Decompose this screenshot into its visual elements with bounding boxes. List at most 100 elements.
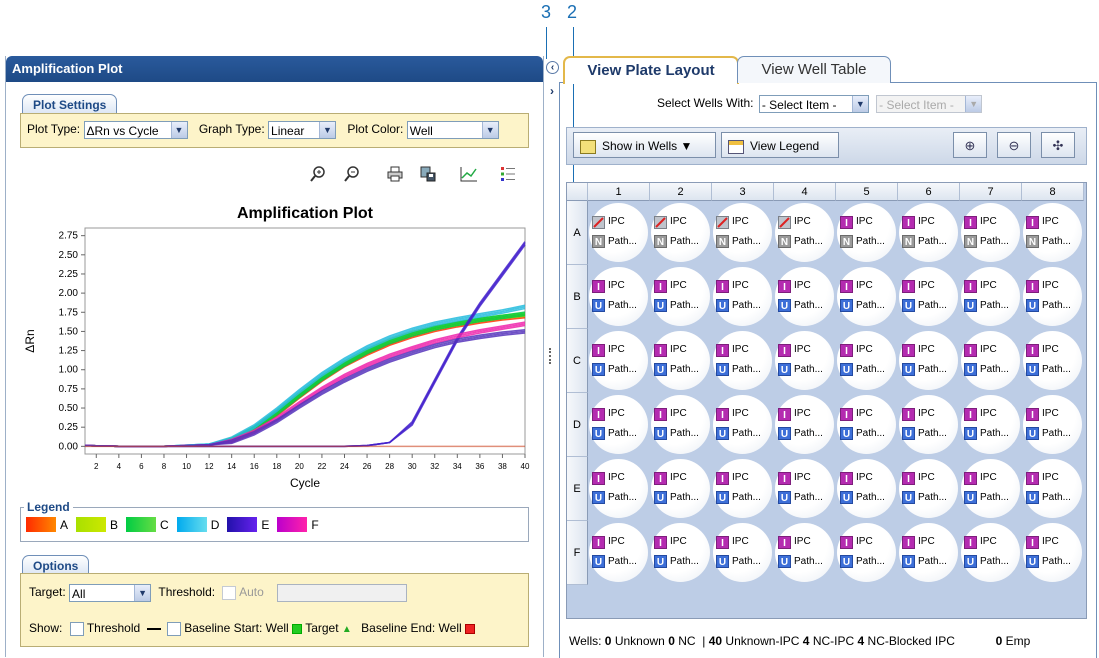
- well-target-1: IPC: [856, 344, 873, 355]
- drag-handle-icon[interactable]: [549, 348, 553, 364]
- column-header-5[interactable]: 5: [836, 183, 898, 201]
- well-B1[interactable]: I IPC U Path...: [589, 267, 648, 326]
- well-E7[interactable]: I IPC U Path...: [961, 459, 1020, 518]
- well-D6[interactable]: I IPC U Path...: [899, 395, 958, 454]
- well-C2[interactable]: I IPC U Path...: [651, 331, 710, 390]
- column-header-3[interactable]: 3: [712, 183, 774, 201]
- ipc-blocked-icon: [778, 216, 791, 229]
- well-C5[interactable]: I IPC U Path...: [837, 331, 896, 390]
- unknown-task-icon: U: [654, 555, 667, 568]
- threshold-checkbox[interactable]: [69, 621, 84, 636]
- graph-type-select[interactable]: Linear ▼: [268, 121, 337, 139]
- well-F8[interactable]: I IPC U Path...: [1023, 523, 1082, 582]
- well-B3[interactable]: I IPC U Path...: [713, 267, 772, 326]
- zoom-out-icon[interactable]: [342, 165, 362, 185]
- well-D3[interactable]: I IPC U Path...: [713, 395, 772, 454]
- well-A6[interactable]: I IPC N Path...: [899, 203, 958, 262]
- well-B5[interactable]: I IPC U Path...: [837, 267, 896, 326]
- well-E6[interactable]: I IPC U Path...: [899, 459, 958, 518]
- print-icon[interactable]: [385, 165, 405, 185]
- select-item-2-value: - Select Item -: [879, 98, 954, 112]
- column-header-4[interactable]: 4: [774, 183, 836, 201]
- well-D2[interactable]: I IPC U Path...: [651, 395, 710, 454]
- save-image-icon[interactable]: [418, 165, 438, 185]
- plot-type-select[interactable]: ΔRn vs Cycle ▼: [83, 121, 188, 139]
- y-tick-label: 2.00: [59, 288, 79, 299]
- well-B7[interactable]: I IPC U Path...: [961, 267, 1020, 326]
- column-header-2[interactable]: 2: [650, 183, 712, 201]
- well-F4[interactable]: I IPC U Path...: [775, 523, 834, 582]
- well-B8[interactable]: I IPC U Path...: [1023, 267, 1082, 326]
- row-header-B[interactable]: B: [567, 265, 588, 329]
- well-E3[interactable]: I IPC U Path...: [713, 459, 772, 518]
- zoom-in-plate-button[interactable]: ⊕: [953, 132, 987, 158]
- well-F5[interactable]: I IPC U Path...: [837, 523, 896, 582]
- zoom-in-icon[interactable]: [308, 165, 328, 185]
- well-A8[interactable]: I IPC N Path...: [1023, 203, 1082, 262]
- show-in-wells-button[interactable]: Show in Wells ▼: [573, 132, 716, 158]
- well-E5[interactable]: I IPC U Path...: [837, 459, 896, 518]
- well-D1[interactable]: I IPC U Path...: [589, 395, 648, 454]
- target-select[interactable]: All ▼: [69, 584, 152, 602]
- threshold-input[interactable]: [277, 584, 408, 602]
- well-A5[interactable]: I IPC N Path...: [837, 203, 896, 262]
- well-E8[interactable]: I IPC U Path...: [1023, 459, 1082, 518]
- row-header-F[interactable]: F: [567, 521, 588, 585]
- well-C4[interactable]: I IPC U Path...: [775, 331, 834, 390]
- well-D4[interactable]: I IPC U Path...: [775, 395, 834, 454]
- well-E4[interactable]: I IPC U Path...: [775, 459, 834, 518]
- plot-color-select[interactable]: Well ▼: [406, 121, 499, 139]
- view-legend-button[interactable]: View Legend: [721, 132, 839, 158]
- well-B4[interactable]: I IPC U Path...: [775, 267, 834, 326]
- well-C1[interactable]: I IPC U Path...: [589, 331, 648, 390]
- fit-to-window-icon: ✣: [1052, 138, 1064, 153]
- well-F6[interactable]: I IPC U Path...: [899, 523, 958, 582]
- well-A7[interactable]: I IPC N Path...: [961, 203, 1020, 262]
- baseline-checkbox[interactable]: [166, 621, 181, 636]
- row-header-C[interactable]: C: [567, 329, 588, 393]
- well-C3[interactable]: I IPC U Path...: [713, 331, 772, 390]
- well-B2[interactable]: I IPC U Path...: [651, 267, 710, 326]
- well-C6[interactable]: I IPC U Path...: [899, 331, 958, 390]
- well-target-2: Path...: [732, 556, 761, 567]
- well-C7[interactable]: I IPC U Path...: [961, 331, 1020, 390]
- zoom-out-plate-button[interactable]: ⊖: [997, 132, 1031, 158]
- well-E1[interactable]: I IPC U Path...: [589, 459, 648, 518]
- tab-view-well-table[interactable]: View Well Table: [737, 56, 891, 83]
- well-F1[interactable]: I IPC U Path...: [589, 523, 648, 582]
- column-header-8[interactable]: 8: [1022, 183, 1084, 201]
- tab-view-plate-layout[interactable]: View Plate Layout: [563, 56, 739, 84]
- ipc-task-icon: I: [778, 472, 791, 485]
- column-header-6[interactable]: 6: [898, 183, 960, 201]
- options-tab[interactable]: Options: [22, 555, 90, 575]
- well-A1[interactable]: IPC N Path...: [589, 203, 648, 262]
- auto-checkbox[interactable]: [222, 586, 237, 600]
- well-B6[interactable]: I IPC U Path...: [899, 267, 958, 326]
- ipc-task-icon: I: [964, 408, 977, 421]
- column-header-7[interactable]: 7: [960, 183, 1022, 201]
- chart-options-icon[interactable]: [459, 165, 479, 185]
- select-wells-item-2[interactable]: - Select Item - ▼: [876, 95, 983, 113]
- well-E2[interactable]: I IPC U Path...: [651, 459, 710, 518]
- well-D8[interactable]: I IPC U Path...: [1023, 395, 1082, 454]
- row-header-E[interactable]: E: [567, 457, 588, 521]
- plot-settings-tab[interactable]: Plot Settings: [22, 94, 118, 114]
- well-A2[interactable]: IPC N Path...: [651, 203, 710, 262]
- well-F3[interactable]: I IPC U Path...: [713, 523, 772, 582]
- column-header-1[interactable]: 1: [588, 183, 650, 201]
- well-F7[interactable]: I IPC U Path...: [961, 523, 1020, 582]
- well-target-2: Path...: [918, 556, 947, 567]
- row-header-D[interactable]: D: [567, 393, 588, 457]
- well-D7[interactable]: I IPC U Path...: [961, 395, 1020, 454]
- well-C8[interactable]: I IPC U Path...: [1023, 331, 1082, 390]
- well-F2[interactable]: I IPC U Path...: [651, 523, 710, 582]
- plate-corner[interactable]: [567, 183, 588, 201]
- well-A3[interactable]: IPC N Path...: [713, 203, 772, 262]
- fit-plate-button[interactable]: ✣: [1041, 132, 1075, 158]
- well-A4[interactable]: IPC N Path...: [775, 203, 834, 262]
- legend-list-icon[interactable]: [498, 165, 518, 185]
- well-D5[interactable]: I IPC U Path...: [837, 395, 896, 454]
- select-wells-item-1[interactable]: - Select Item - ▼: [758, 95, 869, 113]
- row-header-A[interactable]: A: [567, 201, 588, 265]
- unknown-task-icon: U: [1026, 299, 1039, 312]
